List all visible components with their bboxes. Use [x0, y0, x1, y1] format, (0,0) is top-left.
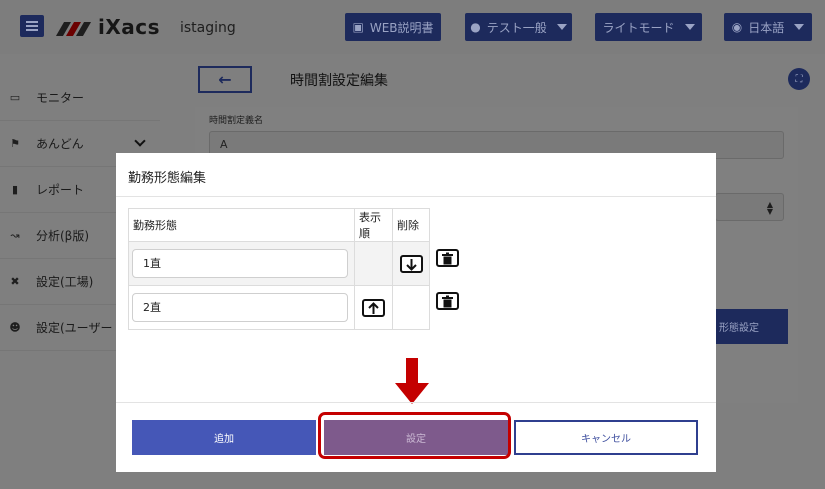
pattern-cell: 1直 — [128, 241, 355, 286]
top-bar: iXacs istaging ▣ WEB説明書 ● テスト一般 ライトモード ◉… — [0, 0, 825, 54]
chevron-down-icon — [556, 24, 567, 30]
arrow-left-icon: ← — [218, 70, 232, 89]
hamburger-menu-button[interactable] — [20, 15, 44, 37]
pattern-name-input[interactable]: 1直 — [132, 249, 348, 278]
chevron-down-icon — [684, 24, 695, 30]
table-header-row: 勤務形態 表示順 削除 — [128, 208, 430, 242]
chart-icon: ↝ — [10, 229, 20, 242]
add-button[interactable]: 追加 — [132, 420, 316, 455]
order-cell-empty — [392, 285, 430, 330]
modal-header: 勤務形態編集 — [116, 153, 716, 197]
back-button[interactable]: ← — [198, 66, 252, 93]
delete-row-1-button[interactable] — [436, 249, 459, 267]
tools-icon: ✖ — [10, 275, 20, 288]
delete-row-2-button[interactable] — [436, 292, 459, 310]
user-icon: ● — [470, 20, 481, 34]
arrow-down-icon — [405, 258, 417, 271]
trash-icon — [442, 295, 453, 308]
select-arrows-icon: ▲ ▼ — [766, 200, 773, 216]
fullscreen-icon: ⛶ — [795, 73, 803, 85]
chevron-down-icon — [134, 135, 146, 147]
logo-mark-icon — [55, 18, 94, 36]
user-menu-button[interactable]: ● テスト一般 — [465, 13, 572, 41]
web-manual-button[interactable]: ▣ WEB説明書 — [345, 13, 441, 41]
timetable-name-label: 時間割定義名 — [209, 116, 264, 126]
globe-icon: ◉ — [731, 20, 743, 34]
app-logo: iXacs — [55, 14, 161, 40]
order-cell-empty — [354, 241, 393, 286]
fullscreen-button[interactable]: ⛶ — [788, 68, 810, 90]
work-pattern-edit-modal: 勤務形態編集 勤務形態 表示順 削除 1直 2直 追加 設定 キャンセル — [116, 153, 716, 472]
sidebar-item-monitor[interactable]: ▭ モニター — [0, 75, 160, 121]
move-up-button[interactable] — [362, 298, 385, 317]
document-icon: ▮ — [11, 183, 19, 196]
trash-icon — [442, 252, 453, 265]
pattern-name-input[interactable]: 2直 — [132, 293, 348, 322]
table-row: 2直 — [128, 285, 430, 330]
column-header-order: 表示順 — [354, 208, 393, 242]
order-cell — [354, 285, 393, 330]
page-header: ← 時間割設定編集 ⛶ — [160, 54, 825, 104]
flag-icon: ⚑ — [10, 137, 20, 150]
environment-label: istaging — [180, 20, 236, 36]
column-header-pattern: 勤務形態 — [128, 208, 355, 242]
language-select-button[interactable]: ◉ 日本語 — [724, 13, 812, 41]
red-arrow-down-icon — [395, 358, 429, 404]
background-select[interactable]: ▲ ▼ — [715, 193, 784, 221]
work-pattern-table: 勤務形態 表示順 削除 1直 2直 — [128, 208, 430, 330]
brand-name: iXacs — [98, 15, 161, 39]
table-row: 1直 — [128, 241, 430, 286]
monitor-icon: ▭ — [9, 91, 21, 104]
order-cell — [392, 241, 430, 286]
arrow-up-icon — [368, 301, 379, 314]
page-title: 時間割設定編集 — [290, 73, 388, 89]
set-button-highlight — [318, 412, 511, 459]
book-icon: ▣ — [352, 20, 364, 34]
users-icon: ☻ — [9, 321, 21, 334]
chevron-down-icon — [794, 24, 805, 30]
column-header-delete: 削除 — [392, 208, 430, 242]
move-down-button[interactable] — [399, 254, 423, 273]
pattern-cell: 2直 — [128, 285, 355, 330]
cancel-button[interactable]: キャンセル — [514, 420, 698, 455]
modal-title: 勤務形態編集 — [128, 171, 207, 186]
work-pattern-settings-button[interactable]: 形態設定 — [715, 309, 788, 344]
theme-toggle-button[interactable]: ライトモード — [595, 13, 702, 41]
